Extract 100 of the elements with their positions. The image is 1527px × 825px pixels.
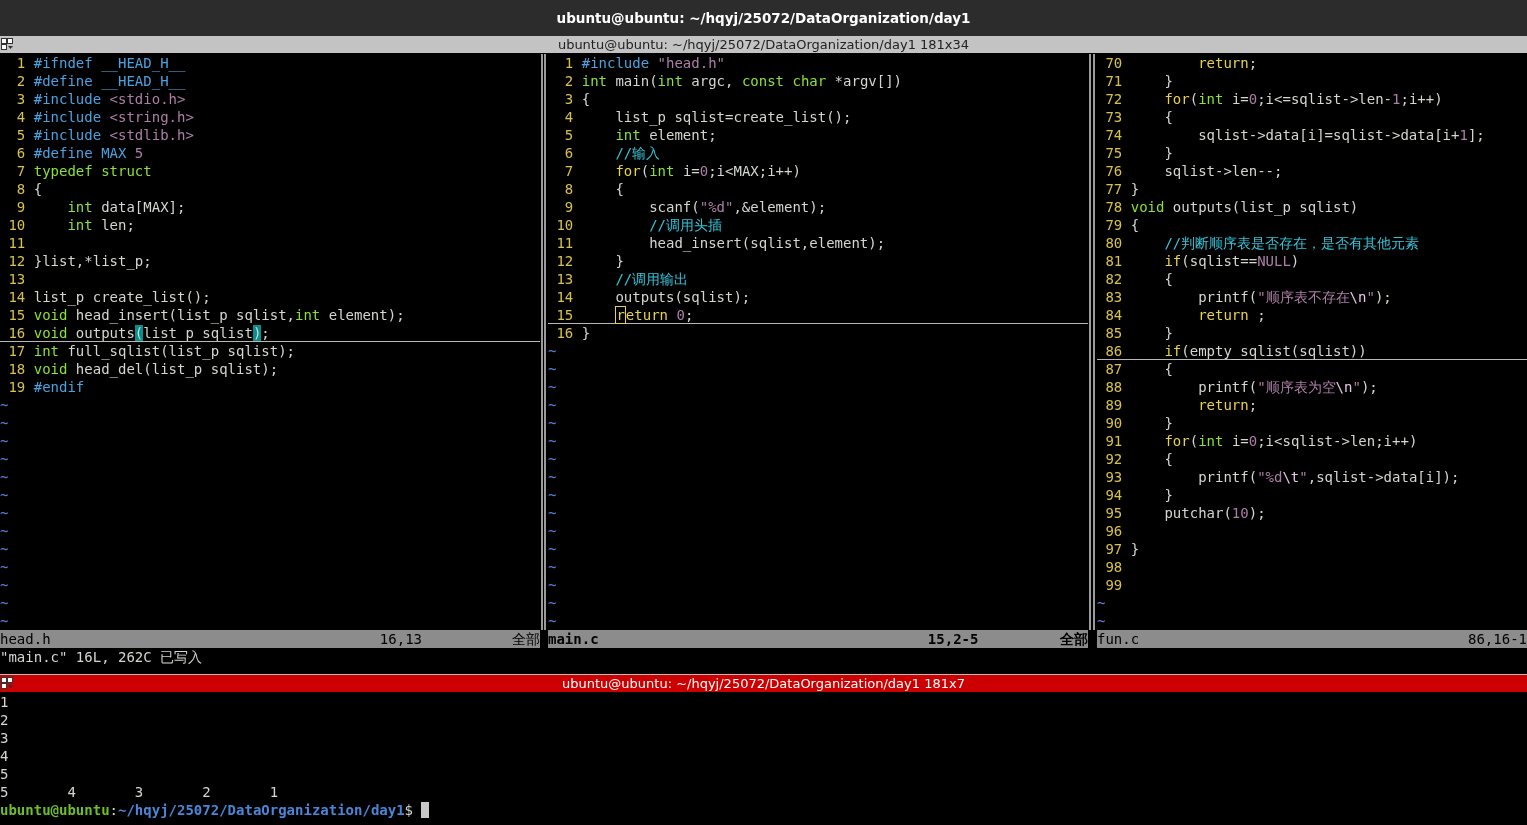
code-line: { xyxy=(581,90,591,108)
line-number: 7 xyxy=(563,162,574,180)
grid-icon[interactable] xyxy=(1,38,14,51)
line-number: 88 xyxy=(1104,378,1123,396)
code-line: void outputs(list_p sqlist); xyxy=(33,324,270,342)
filler-tilde: ~ xyxy=(548,522,557,540)
filler-tilde: ~ xyxy=(548,486,557,504)
code-line: #include <stdlib.h> xyxy=(33,126,194,144)
code-line: for(int i=0;i<MAX;i++) xyxy=(614,162,801,180)
filler-tilde: ~ xyxy=(548,612,557,630)
code-line: int len; xyxy=(66,216,135,234)
line-number: 9 xyxy=(563,198,574,216)
code-line: head_insert(sqlist,element); xyxy=(648,234,886,252)
code-line: { xyxy=(1163,270,1173,288)
line-number: 2 xyxy=(15,72,26,90)
filler-tilde: ~ xyxy=(0,612,9,630)
line-number: 16 xyxy=(555,324,574,342)
shell-prompt: ubuntu@ubuntu:~/hqyj/25072/DataOrganization/day1$ xyxy=(0,801,414,819)
line-number: 14 xyxy=(555,288,574,306)
line-number: 13 xyxy=(555,270,574,288)
line-number: 76 xyxy=(1104,162,1123,180)
filler-tilde: ~ xyxy=(548,504,557,522)
filler-tilde: ~ xyxy=(548,378,557,396)
grid-icon[interactable] xyxy=(1,677,14,690)
code-line: int element; xyxy=(614,126,717,144)
line-number: 92 xyxy=(1104,450,1123,468)
code-line: } xyxy=(1163,324,1173,342)
line-number: 11 xyxy=(7,234,26,252)
code-line: } xyxy=(1163,72,1173,90)
filler-tilde: ~ xyxy=(548,360,557,378)
line-number: 15 xyxy=(555,306,574,324)
line-number: 3 xyxy=(15,90,26,108)
terminal-title: ubuntu@ubuntu: ~/hqyj/25072/DataOrganization/day1 181x34 xyxy=(557,37,970,52)
line-number: 8 xyxy=(15,180,26,198)
code-line: //判断顺序表是否存在，是否有其他元素 xyxy=(1163,234,1420,252)
code-line: } xyxy=(1163,486,1173,504)
line-number: 6 xyxy=(15,144,26,162)
code-line: { xyxy=(1163,360,1173,378)
code-line: int main(int argc, const char *argv[]) xyxy=(581,72,903,90)
code-line: #include "head.h" xyxy=(581,54,725,72)
file-name: main.c xyxy=(548,630,600,648)
line-number: 87 xyxy=(1104,360,1123,378)
code-line: #endif xyxy=(33,378,85,396)
code-line: return; xyxy=(1197,396,1258,414)
text-cursor xyxy=(421,802,430,818)
file-name: head.h xyxy=(0,630,52,648)
output-line: 2 xyxy=(0,711,9,729)
code-line: sqlist->len--; xyxy=(1163,162,1283,180)
code-line: return; xyxy=(1197,54,1258,72)
code-line: { xyxy=(1130,216,1140,234)
filler-tilde: ~ xyxy=(548,450,557,468)
code-line: } xyxy=(1130,540,1140,558)
code-line: if(empty_sqlist(sqlist)) xyxy=(1163,342,1367,360)
line-number: 14 xyxy=(7,288,26,306)
line-number: 93 xyxy=(1104,468,1123,486)
code-line: return 0; xyxy=(614,306,694,324)
window-title: ubuntu@ubuntu: ~/hqyj/25072/DataOrganization/day1 xyxy=(0,0,1527,36)
code-line: scanf("%d",&element); xyxy=(648,198,827,216)
line-number: 16 xyxy=(7,324,26,342)
code-line: }list,*list_p; xyxy=(33,252,152,270)
line-number: 19 xyxy=(7,378,26,396)
code-line: void head_del(list_p sqlist); xyxy=(33,360,279,378)
terminal-title: ubuntu@ubuntu: ~/hqyj/25072/DataOrganization/day1 181x7 xyxy=(562,676,965,691)
code-line: #include <stdio.h> xyxy=(33,90,186,108)
code-line: } xyxy=(1163,414,1173,432)
filler-tilde: ~ xyxy=(0,414,9,432)
line-number: 8 xyxy=(563,180,574,198)
filler-tilde: ~ xyxy=(548,396,557,414)
line-number: 10 xyxy=(555,216,574,234)
filler-tilde: ~ xyxy=(0,486,9,504)
line-number: 99 xyxy=(1104,576,1123,594)
line-number: 12 xyxy=(7,252,26,270)
code-line: } xyxy=(614,252,624,270)
filler-tilde: ~ xyxy=(0,576,9,594)
code-line: printf("顺序表不存在\n"); xyxy=(1197,288,1392,306)
cursor-position: 16,13 xyxy=(379,630,422,648)
line-number: 73 xyxy=(1104,108,1123,126)
filler-tilde: ~ xyxy=(0,594,9,612)
line-number: 97 xyxy=(1104,540,1123,558)
filler-tilde: ~ xyxy=(0,450,9,468)
line-number: 79 xyxy=(1104,216,1123,234)
code-line: #define __HEAD_H__ xyxy=(33,72,186,90)
filler-tilde: ~ xyxy=(548,468,557,486)
line-number: 74 xyxy=(1104,126,1123,144)
code-line: for(int i=0;i<sqlist->len;i++) xyxy=(1163,432,1418,450)
scroll-position: 全部 xyxy=(1060,630,1088,648)
file-name: fun.c xyxy=(1097,630,1141,648)
line-number: 77 xyxy=(1104,180,1123,198)
output-line: 5 4 3 2 1 xyxy=(0,783,279,801)
filler-tilde: ~ xyxy=(548,342,557,360)
filler-tilde: ~ xyxy=(0,522,9,540)
code-line: printf("%d\t",sqlist->data[i]); xyxy=(1197,468,1460,486)
code-line: typedef struct xyxy=(33,162,152,180)
command-message: "main.c" 16L, 262C 已写入 xyxy=(0,649,203,665)
scroll-position: 全部 xyxy=(512,630,540,648)
code-line: void outputs(list_p sqlist) xyxy=(1130,198,1359,216)
code-line: } xyxy=(581,324,591,342)
code-line: { xyxy=(614,180,624,198)
code-line: } xyxy=(1163,144,1173,162)
line-number: 71 xyxy=(1104,72,1123,90)
